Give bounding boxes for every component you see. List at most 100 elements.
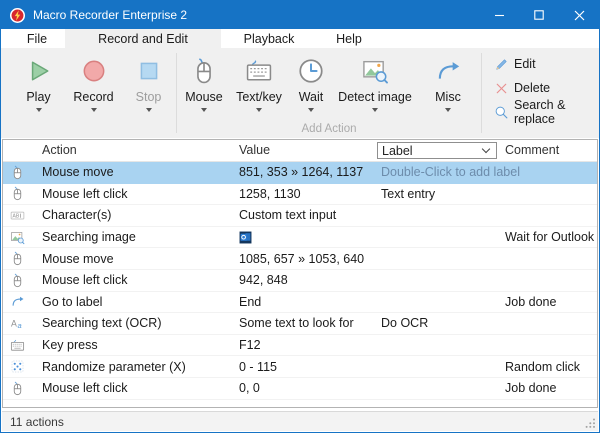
outlook-thumbnail-icon <box>239 231 252 244</box>
stop-label: Stop <box>136 90 162 104</box>
edit-button[interactable]: Edit <box>494 55 599 73</box>
stop-button: Stop <box>121 48 176 138</box>
window-title: Macro Recorder Enterprise 2 <box>33 8 479 22</box>
dice-icon <box>10 359 25 374</box>
dropdown-caret-icon <box>91 108 97 112</box>
keyboard-icon <box>245 57 273 85</box>
comment-cell: Random click <box>505 356 580 377</box>
add-action-group: MouseText/keyWaitDetect imageMiscAdd Act… <box>177 48 481 138</box>
misc-label: Misc <box>435 90 461 104</box>
column-header-value[interactable]: Value <box>239 143 270 157</box>
action-icon-cell <box>3 378 31 399</box>
mouse-icon <box>10 381 25 396</box>
status-bar: 11 actions <box>2 411 598 431</box>
wait-icon <box>297 57 325 85</box>
label-cell: Double-Click to add label <box>381 162 520 183</box>
dropdown-caret-icon <box>201 108 207 112</box>
close-button[interactable] <box>559 1 599 29</box>
record-button[interactable]: Record <box>66 48 121 138</box>
text-key-label: Text/key <box>236 90 282 104</box>
dropdown-caret-icon <box>146 108 152 112</box>
column-header-comment[interactable]: Comment <box>505 143 559 157</box>
table-row[interactable]: Character(s) Custom text input <box>3 205 597 227</box>
record-label: Record <box>73 90 113 104</box>
action-icon-cell <box>3 292 31 313</box>
playback-group: Play Record Stop <box>1 48 176 138</box>
comment-cell: Job done <box>505 292 556 313</box>
record-icon <box>80 57 108 85</box>
dropdown-caret-icon <box>445 108 451 112</box>
characters-icon <box>10 208 25 223</box>
table-row[interactable]: Key press F12 <box>3 335 597 357</box>
wait-label: Wait <box>299 90 324 104</box>
action-cell: Mouse left click <box>42 270 127 291</box>
column-header-action[interactable]: Action <box>42 143 77 157</box>
value-cell: End <box>239 292 261 313</box>
action-icon-cell <box>3 205 31 226</box>
table-row[interactable]: Mouse left click 0, 0 Job done <box>3 378 597 400</box>
table-row[interactable]: Searching text (OCR) Some text to look f… <box>3 313 597 335</box>
title-bar: Macro Recorder Enterprise 2 <box>1 1 599 29</box>
status-text: 11 actions <box>10 415 64 429</box>
goto-arrow-icon <box>10 294 25 309</box>
maximize-button[interactable] <box>519 1 559 29</box>
mouse-icon <box>10 251 25 266</box>
label-column-dropdown-value: Label <box>378 144 483 158</box>
app-window: Macro Recorder Enterprise 2 FileRecord a… <box>0 0 600 433</box>
mouse-icon <box>190 57 218 85</box>
action-icon-cell <box>3 248 31 269</box>
search-replace-label: Search & replace <box>514 98 599 126</box>
tab-playback[interactable]: Playback <box>221 29 317 48</box>
table-row[interactable]: Go to label End Job done <box>3 292 597 314</box>
resize-grip[interactable] <box>584 417 596 429</box>
search-icon <box>494 105 509 120</box>
label-column-dropdown[interactable]: Label <box>377 142 497 159</box>
search-replace-button[interactable]: Search & replace <box>494 103 599 121</box>
table-row[interactable]: Mouse left click 942, 848 <box>3 270 597 292</box>
ribbon-toolbar: PlayRecordStop MouseText/keyWaitDetect i… <box>1 48 599 138</box>
minimize-button[interactable] <box>479 1 519 29</box>
action-cell: Mouse move <box>42 248 114 269</box>
tab-help[interactable]: Help <box>317 29 381 48</box>
value-cell: Custom text input <box>239 205 336 226</box>
value-cell: 851, 353 » 1264, 1137 <box>239 162 363 183</box>
action-cell: Mouse move <box>42 162 114 183</box>
delete-button[interactable]: Delete <box>494 79 599 97</box>
action-icon-cell <box>3 270 31 291</box>
dropdown-caret-icon <box>36 108 42 112</box>
action-cell: Searching text (OCR) <box>42 313 161 334</box>
action-icon-cell <box>3 356 31 377</box>
maximize-icon <box>534 10 544 20</box>
image-search-icon <box>10 230 25 245</box>
action-cell: Character(s) <box>42 205 111 226</box>
detect-image-icon <box>361 57 389 85</box>
comment-cell: Job done <box>505 378 556 399</box>
table-row[interactable]: Randomize parameter (X) 0 - 115 Random c… <box>3 356 597 378</box>
play-icon <box>25 57 53 85</box>
action-cell: Mouse left click <box>42 378 127 399</box>
tab-file[interactable]: File <box>9 29 65 48</box>
action-cell: Mouse left click <box>42 184 127 205</box>
action-icon-cell <box>3 335 31 356</box>
tab-record-and-edit[interactable]: Record and Edit <box>65 29 221 48</box>
keyboard-icon <box>10 338 25 353</box>
action-cell: Searching image <box>42 227 136 248</box>
table-row[interactable]: Searching image Wait for Outlook <box>3 227 597 249</box>
table-row[interactable]: Mouse left click 1258, 1130 Text entry <box>3 184 597 206</box>
action-icon-cell <box>3 313 31 334</box>
table-row[interactable]: Mouse move 851, 353 » 1264, 1137 Double-… <box>3 162 597 184</box>
action-cell: Go to label <box>42 292 102 313</box>
play-button[interactable]: Play <box>11 48 66 138</box>
value-cell: 0, 0 <box>239 378 260 399</box>
ocr-text-icon <box>10 316 25 331</box>
value-cell: F12 <box>239 335 261 356</box>
detect-image-label: Detect image <box>338 90 412 104</box>
close-icon <box>574 10 585 21</box>
value-cell <box>239 227 252 248</box>
actions-table: Action Value Label Comment Mouse move 85… <box>2 139 598 408</box>
dropdown-caret-icon <box>308 108 314 112</box>
delete-x-icon <box>494 81 509 96</box>
actions-table-body: Mouse move 851, 353 » 1264, 1137 Double-… <box>3 162 597 400</box>
misc-arrow-icon <box>434 57 462 85</box>
table-row[interactable]: Mouse move 1085, 657 » 1053, 640 <box>3 248 597 270</box>
